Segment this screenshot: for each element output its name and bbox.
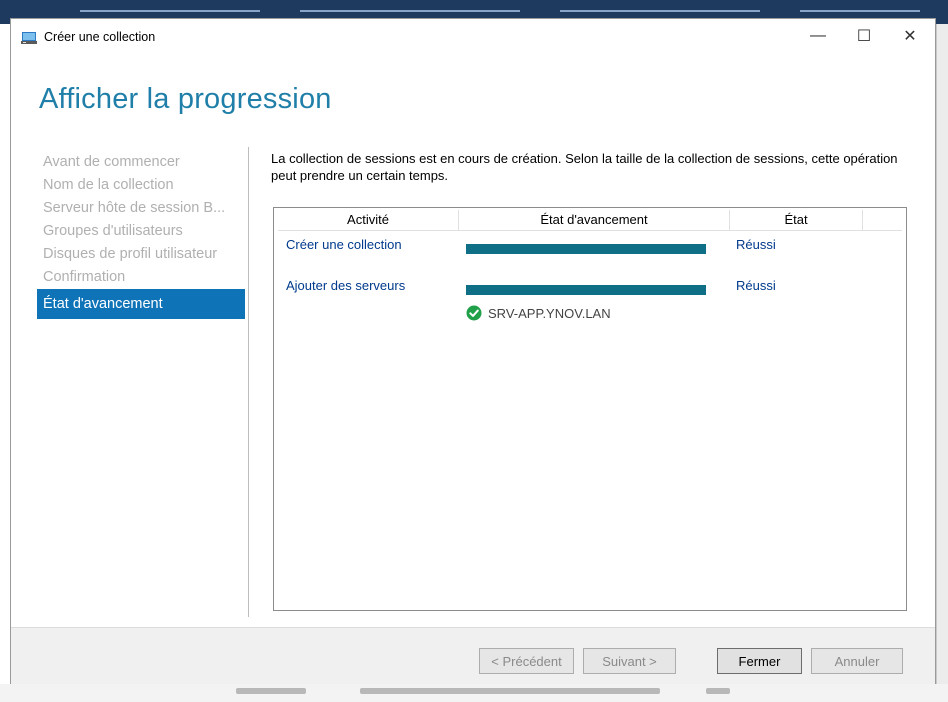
nav-step-session-host[interactable]: Serveur hôte de session B...	[37, 197, 245, 220]
server-name: SRV-APP.YNOV.LAN	[488, 305, 611, 321]
background-smudge	[360, 688, 660, 694]
server-manager-icon	[21, 32, 37, 44]
row-activity-label: Créer une collection	[286, 237, 402, 252]
column-header-activity[interactable]: Activité	[278, 210, 458, 230]
minimize-button[interactable]: —	[795, 19, 841, 53]
row-activity-label: Ajouter des serveurs	[286, 278, 406, 293]
background-smudge	[706, 688, 730, 694]
background-smudge	[236, 688, 306, 694]
success-check-icon	[466, 305, 482, 321]
table-header: Activité État d'avancement État	[278, 210, 902, 231]
row-status: Réussi	[736, 237, 776, 252]
background-segment	[80, 10, 260, 12]
close-icon: ✕	[903, 28, 917, 45]
nav-divider	[248, 147, 249, 617]
cancel-button[interactable]: Annuler	[811, 648, 903, 674]
nav-step-before-you-begin[interactable]: Avant de commencer	[37, 151, 245, 174]
background-segment	[560, 10, 760, 12]
title-bar[interactable]: Créer une collection — ☐ ✕	[11, 19, 935, 57]
background-segment	[800, 10, 920, 12]
nav-step-user-profile-disks[interactable]: Disques de profil utilisateur	[37, 243, 245, 266]
server-result: SRV-APP.YNOV.LAN	[466, 305, 611, 321]
maximize-icon: ☐	[856, 28, 872, 45]
close-button[interactable]: Fermer	[717, 648, 802, 674]
close-window-button[interactable]: ✕	[887, 19, 933, 53]
wizard-steps-nav: Avant de commencer Nom de la collection …	[37, 151, 245, 319]
column-header-status[interactable]: État	[730, 210, 862, 230]
progress-description: La collection de sessions est en cours d…	[271, 151, 898, 183]
background-window-strip-bottom	[0, 684, 948, 702]
page-title: Afficher la progression	[39, 83, 332, 115]
background-segment	[300, 10, 520, 12]
progress-bar	[466, 244, 706, 254]
previous-button[interactable]: < Précédent	[479, 648, 574, 674]
nav-step-user-groups[interactable]: Groupes d'utilisateurs	[37, 220, 245, 243]
next-button[interactable]: Suivant >	[583, 648, 676, 674]
nav-step-collection-name[interactable]: Nom de la collection	[37, 174, 245, 197]
row-status: Réussi	[736, 278, 776, 293]
create-collection-dialog: Créer une collection — ☐ ✕ Afficher la p…	[10, 18, 936, 684]
wizard-footer: < Précédent Suivant > Fermer Annuler	[11, 627, 935, 684]
nav-step-confirmation[interactable]: Confirmation	[37, 266, 245, 289]
progress-table: Activité État d'avancement État Créer un…	[273, 207, 907, 611]
column-header-progress[interactable]: État d'avancement	[459, 210, 729, 230]
minimize-icon: —	[810, 27, 826, 44]
progress-bar-fill	[466, 244, 706, 254]
column-separator	[862, 210, 863, 230]
progress-bar	[466, 285, 706, 295]
maximize-button[interactable]: ☐	[841, 19, 887, 53]
window-title: Créer une collection	[44, 30, 156, 44]
nav-step-progress[interactable]: État d'avancement	[37, 289, 245, 319]
progress-bar-fill	[466, 285, 706, 295]
background-window-edge	[936, 24, 948, 684]
